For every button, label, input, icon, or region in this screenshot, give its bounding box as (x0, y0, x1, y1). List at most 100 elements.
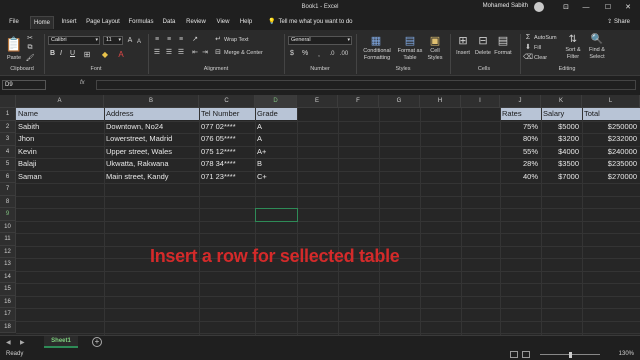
wrap-text-icon[interactable]: ↵ (214, 35, 222, 43)
find-select-label-2[interactable]: Select (586, 54, 608, 60)
row-header-3[interactable]: 3 (0, 133, 16, 146)
column-header-a[interactable]: A (16, 95, 104, 108)
fill-color-icon[interactable]: ◆ (100, 49, 110, 59)
row-header-10[interactable]: 10 (0, 220, 16, 233)
row-header-7[interactable]: 7 (0, 183, 16, 196)
delete-cells-icon[interactable]: ⊟ (476, 33, 490, 47)
tab-data[interactable]: Data (160, 16, 178, 29)
table-cell[interactable]: A+ (257, 146, 296, 158)
clear-icon[interactable]: ⌫ (523, 53, 533, 61)
row-header-6[interactable]: 6 (0, 170, 16, 183)
conditional-formatting-icon[interactable]: ▦ (368, 33, 384, 47)
tab-insert[interactable]: Insert (58, 16, 80, 29)
zoom-slider-handle[interactable] (569, 352, 572, 358)
row-header-4[interactable]: 4 (0, 145, 16, 158)
font-name-dropdown[interactable]: Calibri ▾ (48, 36, 100, 45)
user-name[interactable]: Mohamed Sabith (483, 3, 528, 9)
tab-review[interactable]: Review (184, 16, 208, 29)
conditional-formatting-label-2[interactable]: Formatting (360, 55, 394, 61)
format-as-table-label-2[interactable]: Table (396, 55, 424, 61)
table-cell[interactable]: 071 23**** (201, 171, 254, 183)
name-box[interactable]: D9 (2, 80, 46, 90)
table-cell[interactable]: $232000 (582, 133, 637, 145)
normal-view-icon[interactable] (510, 351, 518, 358)
row-header-16[interactable]: 16 (0, 295, 16, 308)
tell-me-box[interactable]: 💡 Tell me what you want to do (268, 16, 353, 29)
fill-icon[interactable]: ⬇ (524, 43, 532, 51)
table-cell[interactable]: $3200 (541, 133, 579, 145)
decrease-decimal-icon[interactable]: .00 (338, 50, 350, 58)
currency-button[interactable]: $ (290, 50, 294, 57)
cell-styles-icon[interactable]: ▣ (428, 33, 442, 47)
table-cell[interactable]: $235000 (582, 158, 637, 170)
tab-view[interactable]: View (214, 16, 232, 29)
select-all-corner[interactable] (0, 95, 16, 108)
table-cell[interactable]: Sabith (18, 121, 103, 133)
tab-home[interactable]: Home (30, 16, 54, 29)
insert-cells-icon[interactable]: ⊞ (456, 33, 470, 47)
align-top-icon[interactable]: ≡ (152, 35, 162, 43)
table-cell[interactable]: Upper street, Wales (106, 146, 198, 158)
conditional-formatting-label-1[interactable]: Conditional (360, 48, 394, 54)
row-header-14[interactable]: 14 (0, 270, 16, 283)
close-button[interactable]: ✕ (618, 0, 638, 14)
increase-font-icon[interactable]: A (126, 36, 134, 45)
table-header-cell[interactable]: Name (18, 108, 103, 120)
table-header-cell[interactable]: Grade (257, 108, 296, 120)
sort-filter-icon[interactable]: ⇅ (566, 33, 580, 45)
table-cell[interactable]: 40% (500, 171, 538, 183)
find-select-icon[interactable]: 🔍 (590, 33, 604, 45)
sheet-tab-sheet1[interactable]: Sheet1 (44, 336, 78, 348)
format-as-table-label-1[interactable]: Format as (396, 48, 424, 54)
table-cell[interactable]: 28% (500, 158, 538, 170)
ribbon-display-icon[interactable]: ⊡ (556, 0, 576, 14)
font-color-icon[interactable]: A (116, 49, 126, 59)
format-cells-icon[interactable]: ▤ (496, 33, 510, 47)
underline-button[interactable]: U (70, 50, 75, 57)
sheet-prev-icon[interactable]: ◀ (6, 339, 11, 346)
table-header-cell[interactable]: Total (584, 108, 639, 120)
autosum-icon[interactable]: Σ (524, 33, 532, 41)
row-header-8[interactable]: 8 (0, 195, 16, 208)
column-header-b[interactable]: B (104, 95, 199, 108)
column-header-c[interactable]: C (199, 95, 255, 108)
format-as-table-icon[interactable]: ▤ (402, 33, 418, 47)
align-left-icon[interactable]: ☰ (152, 48, 162, 56)
column-header-g[interactable]: G (379, 95, 420, 108)
spreadsheet-grid[interactable]: A B C D E F G H I J K L 1 2 3 4 5 6 7 8 9 10 11 12 13 14 15 16 17 18 N… (0, 95, 640, 335)
orientation-icon[interactable]: ↗ (190, 35, 200, 43)
cell-styles-label-2[interactable]: Styles (424, 55, 446, 61)
table-header-cell[interactable]: Salary (543, 108, 581, 120)
sheet-next-icon[interactable]: ▶ (20, 339, 25, 346)
format-painter-icon[interactable]: 🖌 (26, 54, 35, 62)
tab-file[interactable]: File (4, 16, 24, 29)
fill-button[interactable]: Fill (534, 45, 541, 51)
share-button[interactable]: ⇪ Share (607, 16, 630, 29)
autosum-button[interactable]: AutoSum (534, 35, 557, 41)
table-cell[interactable]: B (257, 158, 296, 170)
table-cell[interactable]: $5000 (541, 121, 579, 133)
indent-increase-icon[interactable]: ⇥ (200, 48, 210, 56)
decrease-font-icon[interactable]: A (135, 37, 143, 46)
table-cell[interactable]: 078 34**** (201, 158, 254, 170)
table-cell[interactable]: C+ (257, 171, 296, 183)
column-header-l[interactable]: L (582, 95, 640, 108)
column-header-h[interactable]: H (420, 95, 461, 108)
sort-filter-label-1[interactable]: Sort & (562, 47, 584, 53)
table-cell[interactable]: $4000 (541, 146, 579, 158)
table-header-cell[interactable]: Tel Number (201, 108, 254, 120)
cell-styles-label-1[interactable]: Cell (424, 48, 446, 54)
table-cell[interactable]: Lowerstreet, Madrid (106, 133, 198, 145)
insert-cells-button[interactable]: Insert (452, 50, 474, 56)
maximize-button[interactable]: ☐ (598, 0, 618, 14)
row-header-17[interactable]: 17 (0, 308, 16, 321)
minimize-button[interactable]: — (576, 0, 596, 14)
bold-button[interactable]: B (50, 50, 55, 57)
table-cell[interactable]: 80% (500, 133, 538, 145)
tab-formulas[interactable]: Formulas (126, 16, 156, 29)
align-right-icon[interactable]: ☰ (176, 48, 186, 56)
cut-icon[interactable]: ✂ (26, 34, 34, 42)
row-header-18[interactable]: 18 (0, 320, 16, 333)
table-cell[interactable]: $270000 (582, 171, 637, 183)
avatar[interactable] (534, 2, 544, 12)
